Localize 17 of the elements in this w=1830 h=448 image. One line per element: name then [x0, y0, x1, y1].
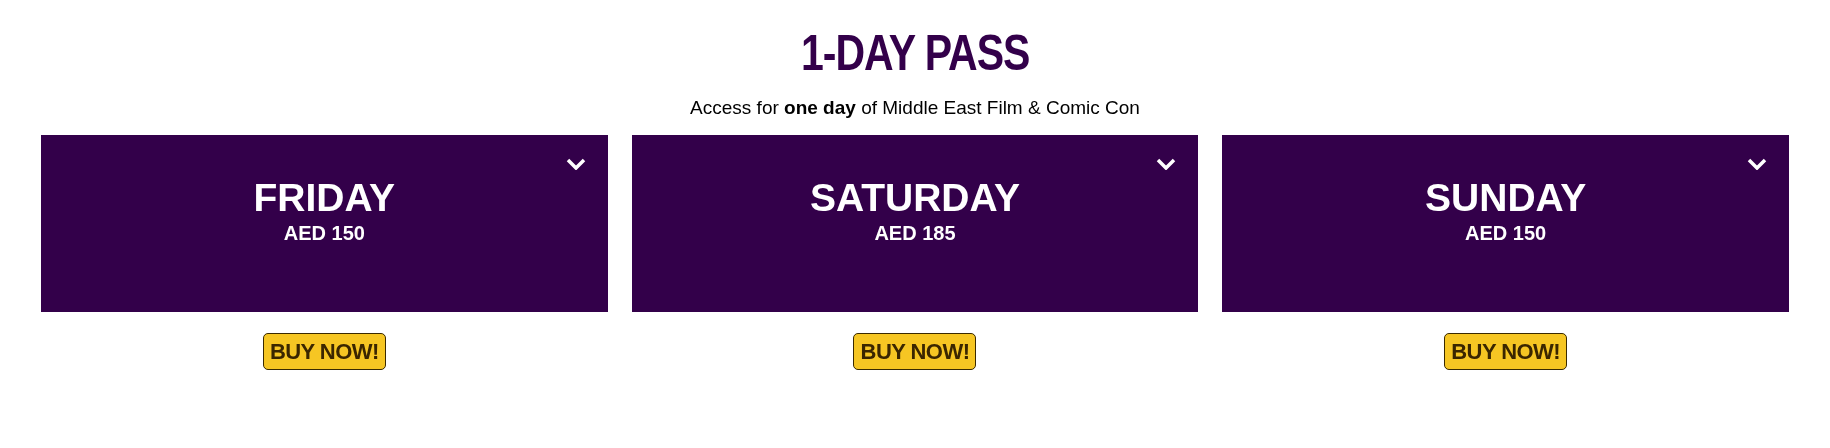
buy-now-button[interactable]: BUY NOW!	[853, 333, 977, 370]
ticket-price: AED 150	[1465, 221, 1547, 245]
day-name: SATURDAY	[809, 177, 1021, 219]
buy-now-button[interactable]: BUY NOW!	[1444, 333, 1568, 370]
chevron-icon[interactable]	[565, 158, 586, 170]
page-subtitle: Access for one day of Middle East Film & Comic Con	[690, 96, 1140, 120]
chevron-icon[interactable]	[1747, 158, 1767, 170]
pass-card[interactable]: SUNDAY AED 150	[1222, 135, 1789, 312]
page-title: 1-DAY PASS	[800, 28, 1030, 78]
chevron-icon[interactable]	[1156, 158, 1177, 170]
buy-now-button[interactable]: BUY NOW!	[262, 333, 386, 370]
ticket-price: AED 150	[283, 221, 365, 245]
day-name: FRIDAY	[253, 177, 396, 219]
pass-card[interactable]: SATURDAY AED 185	[631, 135, 1199, 312]
day-name: SUNDAY	[1425, 177, 1587, 219]
ticket-price: AED 185	[874, 221, 956, 245]
pass-card[interactable]: FRIDAY AED 150	[41, 135, 608, 312]
